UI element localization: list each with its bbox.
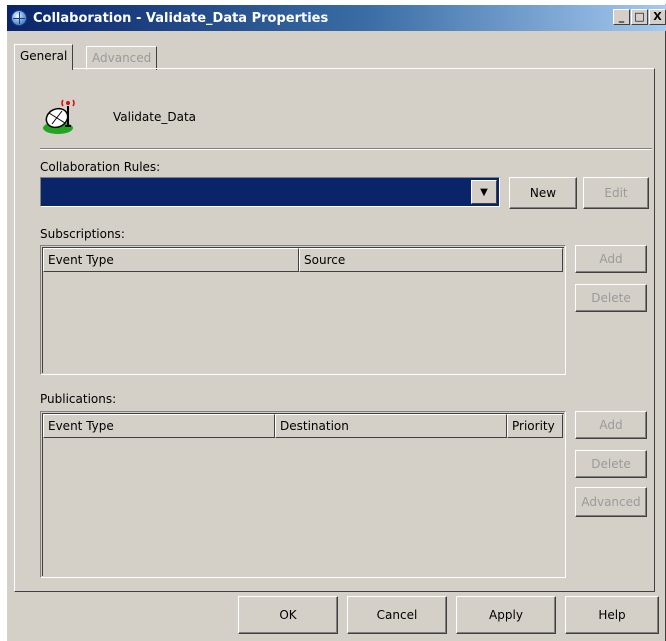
publications-list[interactable]: Event Type Destination Priority bbox=[40, 411, 566, 578]
column-header-event-type[interactable]: Event Type bbox=[43, 248, 299, 272]
maximize-button[interactable]: □ bbox=[631, 9, 648, 25]
subscriptions-list[interactable]: Event Type Source bbox=[40, 245, 566, 375]
title-bar[interactable]: Collaboration - Validate_Data Properties… bbox=[7, 5, 666, 31]
window-title: Collaboration - Validate_Data Properties bbox=[33, 10, 329, 26]
ok-button[interactable]: OK bbox=[238, 596, 338, 634]
tab-advanced[interactable]: Advanced bbox=[86, 46, 158, 70]
help-button[interactable]: Help bbox=[565, 596, 659, 634]
cancel-button[interactable]: Cancel bbox=[347, 596, 447, 634]
new-rule-button[interactable]: New bbox=[509, 177, 577, 209]
edit-rule-button[interactable]: Edit bbox=[583, 177, 649, 209]
column-header-destination[interactable]: Destination bbox=[275, 414, 507, 438]
minimize-button[interactable]: _ bbox=[613, 9, 630, 25]
publications-add-button[interactable]: Add bbox=[575, 411, 647, 439]
subscriptions-add-button[interactable]: Add bbox=[575, 245, 647, 273]
publications-advanced-button[interactable]: Advanced bbox=[575, 487, 647, 517]
column-header-source[interactable]: Source bbox=[299, 248, 563, 272]
collaboration-rules-select[interactable]: ▼ bbox=[40, 177, 500, 207]
divider bbox=[40, 148, 652, 150]
tab-general[interactable]: General bbox=[14, 44, 74, 70]
globe-icon bbox=[11, 10, 27, 26]
object-name: Validate_Data bbox=[113, 110, 197, 124]
satellite-dish-icon bbox=[43, 99, 75, 134]
apply-button[interactable]: Apply bbox=[456, 596, 556, 634]
subscriptions-label: Subscriptions: bbox=[40, 227, 125, 241]
close-button[interactable]: X bbox=[649, 9, 666, 25]
column-header-event-type[interactable]: Event Type bbox=[43, 414, 275, 438]
publications-delete-button[interactable]: Delete bbox=[575, 450, 647, 478]
column-header-priority[interactable]: Priority bbox=[507, 414, 563, 438]
publications-label: Publications: bbox=[40, 392, 117, 406]
window-controls: _ □ X bbox=[613, 9, 666, 25]
chevron-down-icon[interactable]: ▼ bbox=[471, 180, 497, 204]
collaboration-rules-label: Collaboration Rules: bbox=[40, 160, 161, 174]
subscriptions-delete-button[interactable]: Delete bbox=[575, 284, 647, 312]
